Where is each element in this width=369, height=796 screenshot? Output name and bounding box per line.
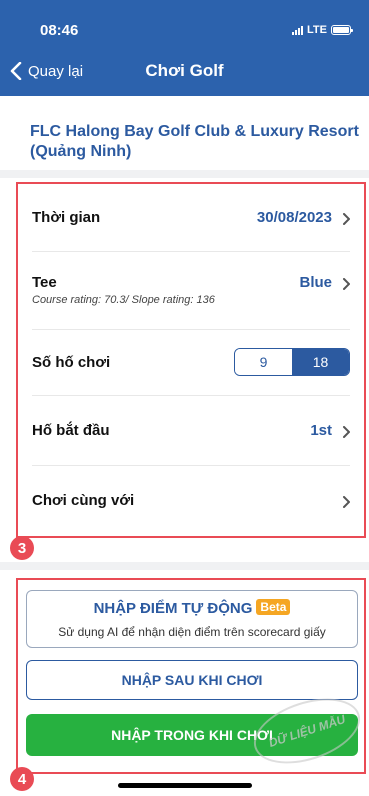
tee-rating: Course rating: 70.3/ Slope rating: 136 — [32, 294, 215, 306]
annotation-badge-3: 3 — [10, 536, 34, 560]
start-hole-row[interactable]: Hố bắt đầu 1st — [32, 396, 350, 466]
battery-icon — [331, 25, 353, 35]
status-indicators: LTE — [292, 24, 353, 36]
section-divider — [0, 562, 369, 570]
chevron-right-icon — [343, 213, 350, 225]
tee-row[interactable]: Tee Blue Course rating: 70.3/ Slope rati… — [32, 252, 350, 330]
chevron-right-icon — [343, 278, 350, 290]
auto-entry-button[interactable]: NHẬP ĐIỂM TỰ ĐỘNG Beta Sử dụng AI để nhận… — [26, 590, 358, 648]
app-header: 08:46 LTE Quay lại Chơi Golf — [0, 0, 369, 96]
play-with-label: Chơi cùng với — [32, 492, 135, 509]
annotation-badge-4: 4 — [10, 767, 34, 791]
enter-after-button[interactable]: NHẬP SAU KHI CHƠI — [26, 660, 358, 700]
holes-label: Số hố chơi — [32, 354, 111, 371]
start-hole-label: Hố bắt đầu — [32, 422, 110, 439]
start-hole-value: 1st — [310, 422, 332, 439]
holes-option-18[interactable]: 18 — [292, 349, 349, 375]
page-title: Chơi Golf — [145, 61, 224, 80]
time-row[interactable]: Thời gian 30/08/2023 — [32, 184, 350, 252]
tee-value: Blue — [299, 274, 332, 291]
signal-icon — [292, 25, 304, 35]
holes-segmented-control[interactable]: 9 18 — [234, 348, 350, 376]
network-label: LTE — [307, 24, 327, 36]
auto-entry-label: NHẬP ĐIỂM TỰ ĐỘNG — [93, 600, 253, 617]
section-divider — [0, 170, 369, 178]
tee-label: Tee — [32, 274, 57, 291]
holes-row: Số hố chơi 9 18 — [32, 330, 350, 396]
holes-option-9[interactable]: 9 — [235, 349, 292, 375]
watermark-text: DỮ LIỆU MẪU — [266, 712, 348, 750]
play-with-row[interactable]: Chơi cùng với — [32, 466, 350, 534]
time-label: Thời gian — [32, 209, 101, 226]
status-time: 08:46 — [40, 22, 79, 39]
beta-badge: Beta — [256, 599, 291, 615]
auto-entry-title: NHẬP ĐIỂM TỰ ĐỘNG Beta — [27, 599, 357, 617]
club-name: FLC Halong Bay Golf Club & Luxury Resort… — [30, 123, 359, 160]
home-indicator — [118, 783, 252, 788]
auto-entry-description: Sử dụng AI để nhận diện điểm trên scorec… — [58, 625, 326, 639]
settings-card: Thời gian 30/08/2023 Tee Blue Course rat… — [16, 182, 366, 538]
chevron-right-icon — [343, 426, 350, 438]
time-value: 30/08/2023 — [256, 209, 332, 226]
chevron-right-icon — [343, 496, 350, 508]
